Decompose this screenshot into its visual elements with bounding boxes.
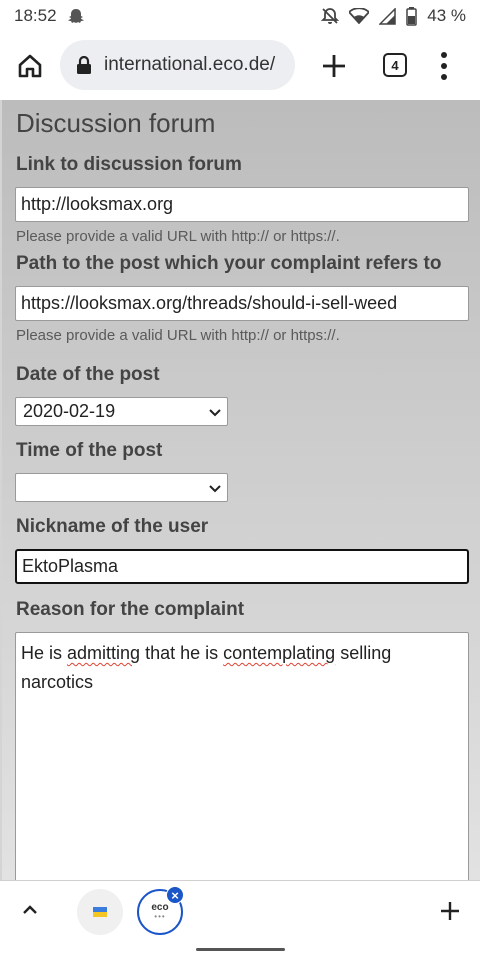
reason-text: that he is — [140, 643, 224, 663]
tab-thumbnail-1[interactable] — [77, 889, 123, 935]
lock-icon — [77, 56, 91, 74]
reason-textarea[interactable]: He is admitting that he is contemplating… — [15, 632, 469, 880]
signal-icon — [379, 7, 396, 25]
new-tab-plus-icon[interactable] — [320, 52, 348, 80]
clock: 18:52 — [14, 6, 57, 25]
section-title: Discussion forum — [16, 108, 216, 138]
gesture-handle[interactable] — [196, 948, 285, 951]
reason-label: Reason for the complaint — [16, 599, 245, 620]
tab-strip: eco ••• × — [0, 880, 480, 940]
date-select[interactable]: 2020-02-19 — [15, 397, 228, 426]
chevron-down-icon — [209, 409, 221, 417]
link-label: Link to discussion forum — [16, 154, 242, 175]
battery-percent: 43 % — [427, 6, 466, 25]
path-hint: Please provide a valid URL with http:// … — [16, 327, 340, 344]
date-label: Date of the post — [16, 364, 160, 385]
chevron-down-icon — [209, 485, 221, 493]
status-bar: 18:52 43 % — [0, 0, 480, 32]
snapchat-ghost-icon — [67, 7, 85, 25]
time-select[interactable] — [15, 473, 228, 502]
add-tab-plus-icon[interactable] — [440, 901, 460, 921]
time-label: Time of the post — [16, 440, 163, 461]
spelling-flagged-word: admitting — [67, 643, 141, 663]
link-hint: Please provide a valid URL with http:// … — [16, 228, 340, 245]
reason-text: He is — [21, 643, 68, 663]
mute-bell-icon — [321, 7, 340, 25]
nickname-label: Nickname of the user — [16, 516, 209, 537]
chevron-up-icon[interactable] — [22, 903, 38, 915]
page-content: Discussion forum Link to discussion foru… — [0, 100, 480, 880]
close-tab-button[interactable]: × — [166, 886, 184, 904]
battery-icon — [406, 6, 417, 26]
home-icon[interactable] — [16, 52, 44, 80]
post-path-input[interactable]: https://looksmax.org/threads/should-i-se… — [15, 286, 469, 321]
eco-logo-dots-icon: ••• — [154, 912, 166, 921]
browser-toolbar: international.eco.de/ 4 — [0, 32, 480, 100]
wifi-icon — [349, 8, 370, 24]
tab-switcher-button[interactable]: 4 — [383, 53, 407, 77]
nickname-input[interactable]: EktoPlasma — [15, 549, 469, 584]
path-label: Path to the post which your complaint re… — [16, 253, 442, 274]
more-vert-icon[interactable] — [436, 50, 452, 82]
spelling-flagged-word: contemplating — [223, 643, 336, 663]
address-bar[interactable]: international.eco.de/ — [60, 40, 295, 90]
url-text: international.eco.de/ — [104, 54, 276, 75]
forum-link-input[interactable]: http://looksmax.org — [15, 187, 469, 222]
site-favicon-icon — [93, 907, 107, 917]
system-nav-bar — [0, 940, 480, 960]
date-value: 2020-02-19 — [23, 401, 116, 421]
